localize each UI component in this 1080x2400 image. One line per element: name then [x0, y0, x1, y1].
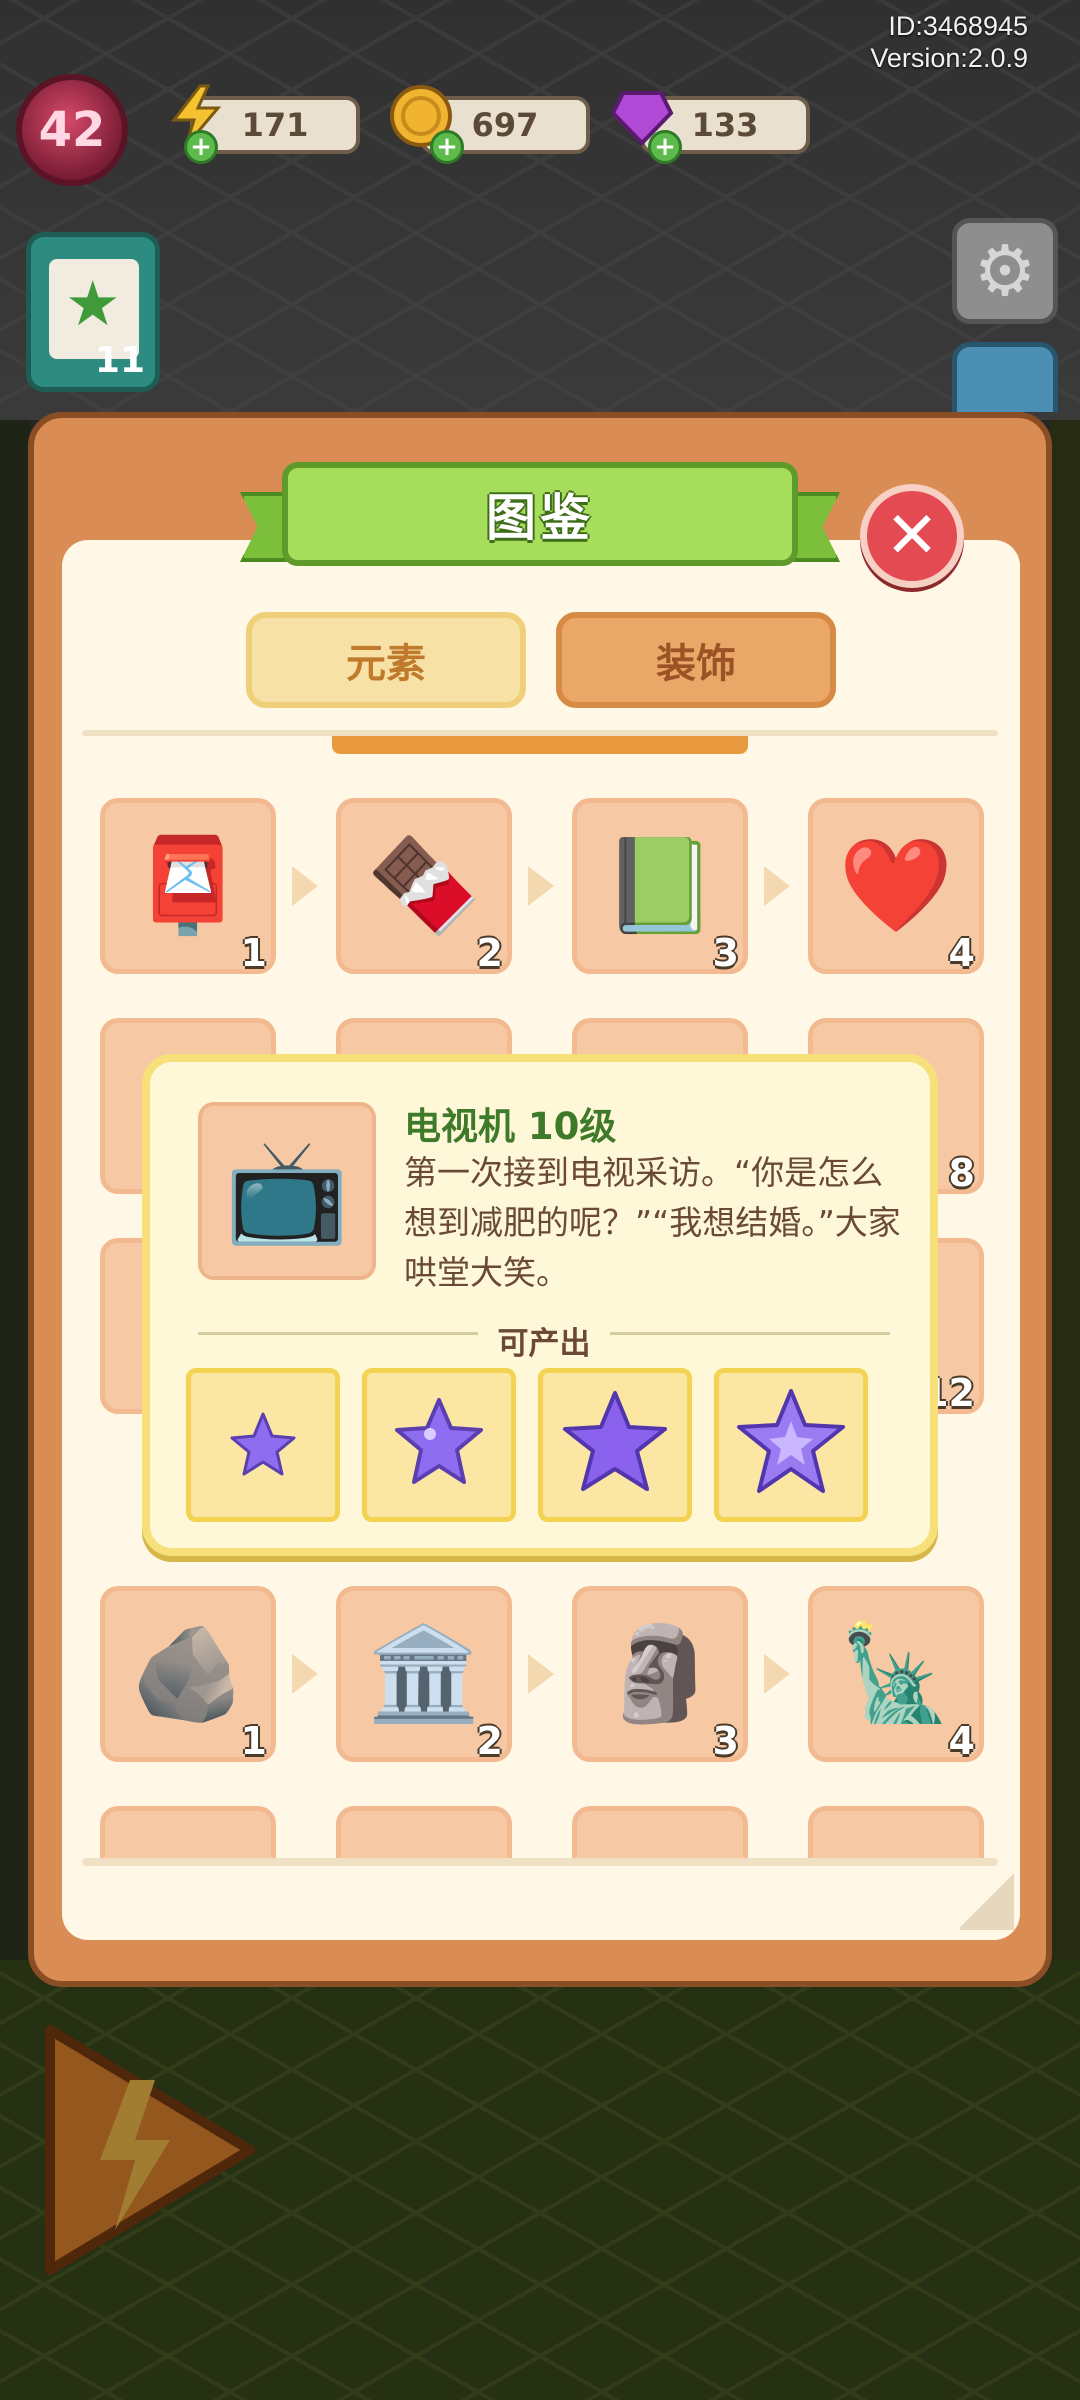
codex-slot[interactable]: 🪨 1 — [100, 1586, 276, 1763]
purple-star-icon — [563, 1391, 667, 1491]
grid-bottom-divider — [82, 1858, 998, 1866]
product-slot[interactable] — [714, 1368, 868, 1522]
mossy-rock-icon: 🪨 — [130, 1620, 246, 1727]
product-slot[interactable] — [362, 1368, 516, 1522]
statue-bust-icon: 🗿 — [602, 1620, 718, 1727]
id-version-label: ID:3468945 Version:2.0.9 — [870, 10, 1028, 74]
game-version: Version:2.0.9 — [870, 43, 1028, 73]
codex-slot[interactable] — [572, 1806, 748, 1860]
warrior-statue-icon: 🗽 — [838, 1620, 954, 1727]
codex-slot[interactable]: 🏛️ 2 — [336, 1586, 512, 1763]
item-description: 第一次接到电视采访。“你是怎么想到减肥的呢？”“我想结婚。”大家哄堂大笑。 — [404, 1153, 901, 1292]
tab-decorations-label: 装饰 — [656, 641, 736, 687]
add-gems-button[interactable]: + — [648, 130, 682, 164]
settings-button[interactable]: ⚙ — [952, 218, 1058, 324]
slot-level: 1 — [240, 1719, 267, 1763]
ribbon-body: 图鉴 — [282, 462, 798, 566]
chevron-right-icon — [528, 866, 554, 906]
chevron-right-icon — [528, 1654, 554, 1694]
chevron-right-icon — [764, 1654, 790, 1694]
tab-indicator — [332, 736, 748, 754]
add-coins-button[interactable]: + — [430, 130, 464, 164]
slot-level: 4 — [948, 931, 975, 975]
codex-slot[interactable]: 🗽 4 — [808, 1586, 984, 1763]
add-energy-button[interactable]: + — [184, 130, 218, 164]
gem-value: 133 — [691, 106, 759, 144]
codex-slot[interactable] — [336, 1806, 512, 1860]
close-icon: ✕ — [885, 499, 939, 573]
slot-level: 8 — [948, 1151, 975, 1195]
slot-level: 2 — [476, 931, 503, 975]
coin-value: 697 — [471, 106, 539, 144]
produces-label: 可产出 — [497, 1326, 591, 1362]
codex-slot[interactable]: 📮 1 — [100, 798, 276, 975]
item-icon-box: 📺 — [198, 1102, 376, 1280]
codex-slot[interactable] — [100, 1806, 276, 1860]
purple-star-round-icon — [395, 1398, 483, 1484]
tab-decorations[interactable]: 装饰 — [556, 612, 836, 708]
quest-count: 11 — [94, 340, 145, 381]
tv-duck-icon: 📺 — [224, 1132, 350, 1249]
tab-elements[interactable]: 元素 — [246, 612, 526, 708]
chevron-right-icon — [764, 866, 790, 906]
title-ribbon: 图鉴 — [240, 462, 840, 578]
tab-elements-label: 元素 — [346, 641, 426, 687]
star-icon: ★ — [65, 267, 121, 340]
produces-divider: 可产出 — [198, 1318, 890, 1362]
close-button[interactable]: ✕ — [860, 484, 964, 588]
codex-slot[interactable] — [808, 1806, 984, 1860]
codex-slot[interactable]: 📗 3 — [572, 798, 748, 975]
player-level: 42 — [38, 102, 106, 158]
player-id: ID:3468945 — [888, 11, 1028, 41]
chocolate-bar-icon: 🍫 — [366, 832, 482, 939]
item-title: 电视机 10级 — [404, 1105, 617, 1148]
mailbox-icon: 📮 — [130, 832, 246, 939]
chevron-right-icon — [292, 866, 318, 906]
quest-card[interactable]: ★ 11 — [26, 232, 160, 392]
product-slot[interactable] — [186, 1368, 340, 1522]
slot-level: 2 — [476, 1719, 503, 1763]
product-slot[interactable] — [538, 1368, 692, 1522]
codex-slot[interactable]: 🍫 2 — [336, 798, 512, 975]
mail-button[interactable] — [952, 342, 1058, 412]
sketchbook-icon: 📗 — [602, 832, 718, 939]
purple-star-small-icon — [230, 1412, 296, 1476]
codex-slot[interactable]: ❤️ 4 — [808, 798, 984, 975]
mossy-pillar-icon: 🏛️ — [366, 1620, 482, 1727]
energy-value: 171 — [241, 106, 309, 144]
codex-title: 图鉴 — [486, 489, 594, 547]
page-corner-fold — [960, 1870, 1014, 1930]
slot-level: 3 — [712, 1719, 739, 1763]
gear-icon: ⚙ — [973, 230, 1037, 312]
slot-level: 1 — [240, 931, 267, 975]
chevron-right-icon — [292, 1654, 318, 1694]
bandaged-heart-icon: ❤️ — [838, 832, 954, 939]
purple-star-sparkle-icon — [737, 1389, 845, 1493]
slot-level: 3 — [712, 931, 739, 975]
slot-level: 4 — [948, 1719, 975, 1763]
codex-slot[interactable]: 🗿 3 — [572, 1586, 748, 1763]
item-info-popup[interactable]: 📺 电视机 10级 第一次接到电视采访。“你是怎么想到减肥的呢？”“我想结婚。”… — [142, 1054, 938, 1556]
player-level-badge[interactable]: 42 — [16, 74, 128, 186]
